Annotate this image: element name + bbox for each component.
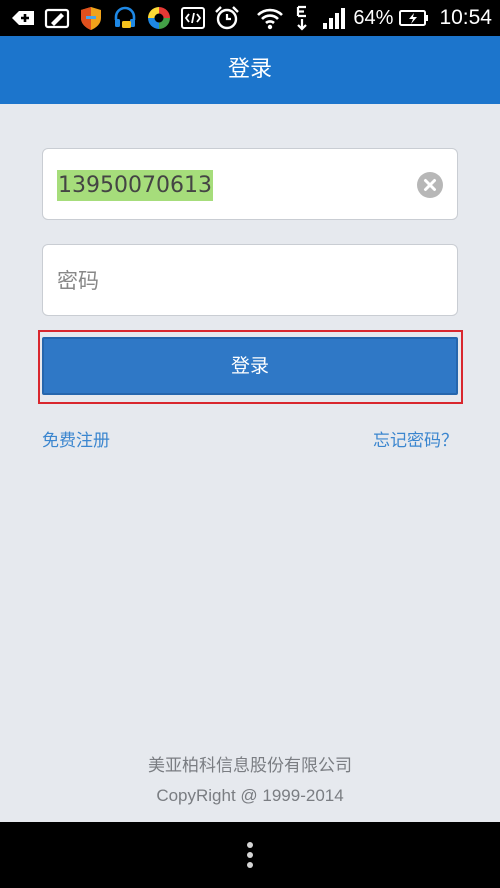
signal-bars-icon	[323, 8, 346, 29]
battery-charging-icon	[399, 10, 429, 26]
phone-value: 13950070613	[57, 170, 213, 201]
phone-input[interactable]: 13950070613	[42, 148, 458, 220]
copyright-text: CopyRight @ 1999-2014	[156, 786, 344, 805]
password-input[interactable]: 密码	[42, 244, 458, 316]
forgot-password-link[interactable]: 忘记密码？	[373, 428, 458, 454]
add-icon	[12, 11, 34, 25]
page-title: 登录	[227, 57, 272, 82]
code-icon	[181, 7, 205, 29]
alarm-icon	[215, 6, 239, 30]
clear-icon[interactable]	[417, 172, 443, 198]
edit-icon	[44, 8, 70, 29]
company-name: 美亚柏科信息股份有限公司	[148, 756, 352, 776]
wifi-icon	[257, 8, 284, 30]
battery-percent: 64%	[353, 6, 394, 29]
e-signal-icon	[297, 5, 308, 31]
menu-icon[interactable]	[246, 842, 254, 870]
status-bar: 64% 10:54	[0, 0, 500, 36]
ball-icon	[148, 7, 170, 29]
login-button[interactable]: 登录	[42, 337, 458, 395]
status-notification-icons	[10, 4, 240, 32]
register-link[interactable]: 免费注册	[42, 428, 110, 454]
navigation-bar	[0, 822, 500, 888]
headset-icon	[114, 6, 136, 28]
password-placeholder: 密码	[57, 269, 99, 293]
status-time: 10:54	[439, 6, 492, 29]
shield-icon	[81, 7, 101, 30]
app-header: 登录	[0, 36, 500, 104]
status-system-icons: 64% 10:54	[257, 4, 492, 32]
